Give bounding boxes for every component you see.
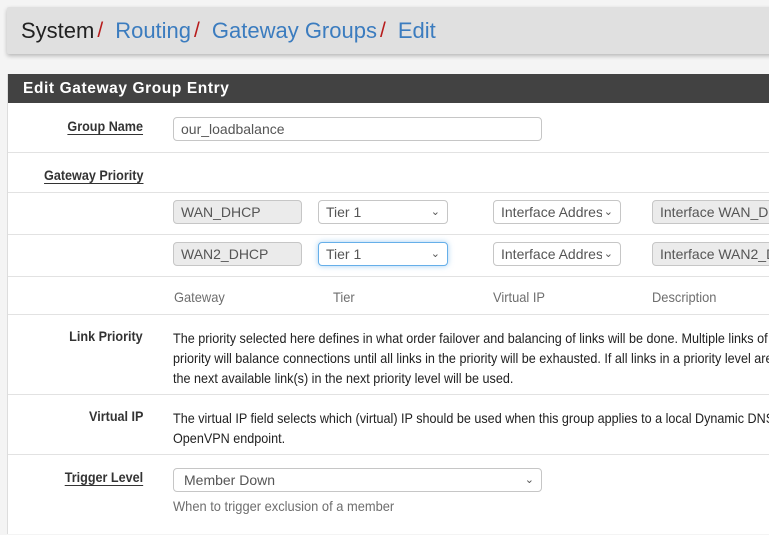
group-name-label: Group Name: [67, 118, 143, 134]
tier-select[interactable]: Tier 1 ⌄: [318, 200, 448, 224]
breadcrumb: System / Routing / Gateway Groups / Edit: [7, 7, 769, 54]
edit-gateway-group-panel: Edit Gateway Group Entry Group Name Gate…: [7, 74, 769, 534]
column-gateway: Gateway: [174, 289, 225, 305]
trigger-level-label: Trigger Level: [64, 469, 143, 485]
link-priority-label: Link Priority: [69, 328, 143, 344]
link-priority-row: Link Priority The priority selected here…: [8, 315, 769, 395]
trigger-level-row: Trigger Level Member Down ⌄ When to trig…: [8, 455, 769, 535]
chevron-down-icon: ⌄: [601, 201, 613, 223]
virtual-ip-help: The virtual IP field selects which (virt…: [173, 408, 769, 448]
help-line: OpenVPN endpoint.: [173, 430, 286, 446]
panel-title: Edit Gateway Group Entry: [8, 74, 769, 103]
breadcrumb-routing[interactable]: Routing: [115, 18, 191, 44]
gateway-row: WAN_DHCP Tier 1 ⌄ Interface Address ⌄: [8, 193, 769, 235]
tier-value: Tier 1: [326, 246, 362, 262]
gateway-columns-row: Gateway Tier Virtual IP Description: [8, 277, 769, 315]
gateway-priority-row: Gateway Priority: [8, 153, 769, 193]
help-line: The virtual IP field selects which (virt…: [173, 410, 769, 426]
trigger-level-value: Member Down: [184, 472, 276, 488]
gateway-description-input[interactable]: [652, 200, 769, 224]
column-virtual-ip: Virtual IP: [493, 289, 546, 305]
breadcrumb-separator: /: [379, 18, 386, 42]
chevron-down-icon: ⌄: [601, 243, 613, 265]
virtual-ip-select[interactable]: Interface Address ⌄: [493, 200, 621, 224]
breadcrumb-gateway-groups[interactable]: Gateway Groups: [212, 18, 377, 44]
virtual-ip-value: Interface Address: [501, 204, 610, 220]
gateway-name-field: WAN2_DHCP: [173, 242, 302, 266]
gateway-row: WAN2_DHCP Tier 1 ⌄ Interface Address ⌄: [8, 235, 769, 277]
help-line: priority will balance connections until …: [173, 350, 769, 366]
gateway-name-field: WAN_DHCP: [173, 200, 302, 224]
virtual-ip-row: Virtual IP The virtual IP field selects …: [8, 395, 769, 455]
virtual-ip-select[interactable]: Interface Address ⌄: [493, 242, 621, 266]
link-priority-help: The priority selected here defines in wh…: [173, 328, 769, 388]
gateway-description-input[interactable]: [652, 242, 769, 266]
group-name-row: Group Name: [8, 103, 769, 153]
group-name-input[interactable]: [173, 117, 542, 141]
chevron-down-icon: ⌄: [430, 248, 440, 260]
tier-select[interactable]: Tier 1 ⌄: [318, 242, 448, 266]
help-line: the next available link(s) in the next p…: [173, 370, 514, 386]
breadcrumb-separator: /: [194, 18, 200, 42]
column-tier: Tier: [333, 289, 355, 305]
tier-value: Tier 1: [326, 204, 362, 220]
chevron-down-icon: ⌄: [430, 206, 440, 218]
trigger-level-hint: When to trigger exclusion of a member: [173, 498, 395, 514]
virtual-ip-value: Interface Address: [501, 246, 610, 262]
chevron-down-icon: ⌄: [524, 474, 534, 486]
trigger-level-select[interactable]: Member Down ⌄: [173, 468, 542, 492]
breadcrumb-separator: /: [97, 18, 104, 42]
breadcrumb-system: System: [21, 17, 95, 43]
help-line: The priority selected here defines in wh…: [173, 330, 769, 346]
column-description: Description: [652, 289, 717, 305]
virtual-ip-label: Virtual IP: [88, 408, 143, 424]
breadcrumb-edit[interactable]: Edit: [398, 18, 436, 44]
gateway-priority-label: Gateway Priority: [43, 167, 143, 183]
